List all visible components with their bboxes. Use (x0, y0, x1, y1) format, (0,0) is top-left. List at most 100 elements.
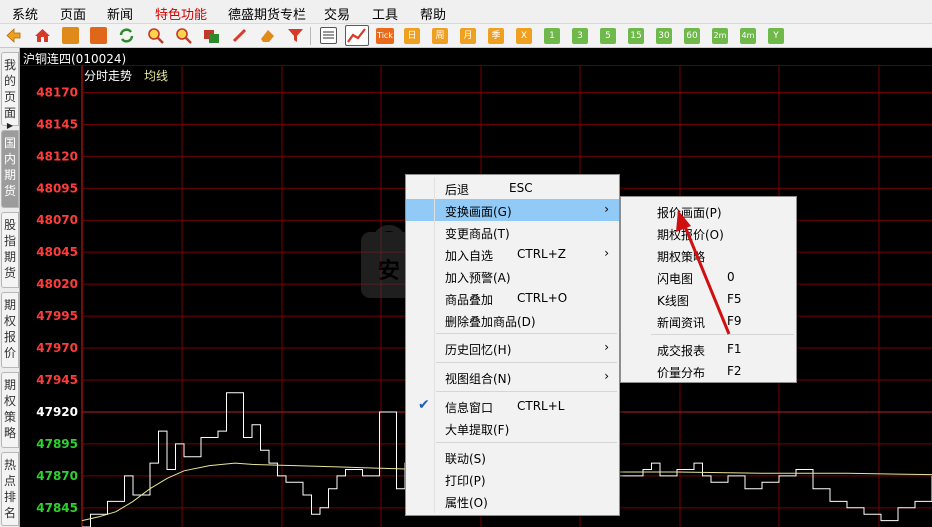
y-tick-label: 48120 (36, 149, 78, 163)
menu-item-label: 属性(O) (445, 496, 488, 510)
submenu-item-label: 报价画面(P) (657, 206, 722, 220)
y-axis: 48170 48145 48120 48095 48070 48045 48020 47995… (36, 85, 78, 514)
side-tab-index-futures[interactable]: 股指期货 (1, 212, 19, 288)
side-tab-label: 国内期货 (4, 136, 17, 198)
menu-bar: 系统 页面 新闻 特色功能 德盛期货专栏 交易 工具 帮助 (0, 0, 932, 24)
side-tab-option-quotes[interactable]: 期权报价 (1, 292, 19, 368)
context-menu-item-add-favorite[interactable]: 加入自选 CTRL+Z › (406, 243, 619, 265)
toolbar: Tick 日 周 月 季 X 1 3 5 15 30 60 2m 4m Y (0, 24, 932, 48)
chart-title: 分时走势 (84, 69, 132, 83)
period-x-button[interactable]: X (516, 28, 532, 44)
context-menu-item-print[interactable]: 打印(P) (406, 468, 619, 490)
menu-separator (436, 442, 617, 443)
period-1m-button[interactable]: 1 (544, 28, 560, 44)
submenu-item-quote-screen[interactable]: 报价画面(P) (621, 200, 796, 222)
context-menu-item-view-combo[interactable]: 视图组合(N) › (406, 366, 619, 388)
menu-item-label: 商品叠加 (445, 293, 494, 307)
period-day-button[interactable]: 日 (404, 28, 420, 44)
period-week-button[interactable]: 周 (432, 28, 448, 44)
side-tab-bar: 我的页面 ▶ 国内期货 股指期货 期权报价 期权策略 热点排名 (0, 48, 20, 527)
refresh-icon[interactable] (118, 27, 135, 44)
context-menu-item-remove-overlay[interactable]: 删除叠加商品(D) (406, 309, 619, 331)
context-menu-item-overlay-product[interactable]: 商品叠加 CTRL+O (406, 287, 619, 309)
context-menu-item-link[interactable]: 联动(S) (406, 446, 619, 468)
submenu-item-label: 价量分布 (657, 366, 706, 380)
window-icon[interactable] (203, 27, 220, 44)
period-5m-button[interactable]: 5 (600, 28, 616, 44)
side-tab-label: 股指期货 (4, 218, 17, 280)
legend-avg-line: 均线 (144, 69, 168, 83)
y-tick-label: 47970 (36, 341, 78, 355)
submenu-item-option-strategy[interactable]: 期权策略 (621, 244, 796, 266)
submenu-arrow-icon: › (604, 202, 609, 216)
menu-help[interactable]: 帮助 (420, 4, 446, 23)
submenu-item-news[interactable]: 新闻资讯 F9 (621, 310, 796, 332)
chart-view-icon[interactable] (345, 25, 369, 46)
period-30m-button[interactable]: 30 (656, 28, 672, 44)
submenu-item-k-line[interactable]: K线图 F5 (621, 288, 796, 310)
side-tab-option-strategy[interactable]: 期权策略 (1, 372, 19, 448)
menu-system[interactable]: 系统 (12, 4, 38, 23)
menu-news[interactable]: 新闻 (107, 4, 133, 23)
context-menu-item-change-screen[interactable]: 变换画面(G) › (406, 199, 619, 221)
y-tick-label: 47945 (36, 373, 78, 387)
pen-icon[interactable] (231, 27, 248, 44)
context-menu-item-add-alert[interactable]: 加入预警(A) (406, 265, 619, 287)
menu-tools[interactable]: 工具 (372, 4, 398, 23)
period-month-button[interactable]: 月 (460, 28, 476, 44)
context-menu-item-big-order-extract[interactable]: 大单提取(F) (406, 417, 619, 439)
notebook-icon[interactable] (62, 27, 79, 44)
quote-board-icon[interactable] (90, 27, 107, 44)
period-4h-button[interactable]: 4m (740, 28, 756, 44)
menu-trade[interactable]: 交易 (324, 4, 350, 23)
menu-item-shortcut: ESC (509, 181, 533, 195)
context-menu-item-history-replay[interactable]: 历史回忆(H) › (406, 337, 619, 359)
back-arrow-icon[interactable] (5, 27, 22, 44)
menu-separator (651, 334, 794, 335)
context-menu-item-change-product[interactable]: 变更商品(T) (406, 221, 619, 243)
y-tick-label: 47895 (36, 437, 78, 451)
period-2h-button[interactable]: 2m (712, 28, 728, 44)
menu-item-label: 变更商品(T) (445, 227, 510, 241)
submenu-item-label: 期权报价(O) (657, 228, 724, 242)
period-year-button[interactable]: Y (768, 28, 784, 44)
filter-icon[interactable] (287, 27, 304, 44)
menu-page[interactable]: 页面 (60, 4, 86, 23)
home-icon[interactable] (34, 27, 51, 44)
menu-item-label: 信息窗口 (445, 401, 494, 415)
context-menu-item-back[interactable]: 后退 ESC (406, 177, 619, 199)
menu-separator (436, 391, 617, 392)
submenu-item-label: 期权策略 (657, 250, 706, 264)
menu-item-label: 后退 (445, 183, 470, 197)
menu-gutter (434, 177, 435, 513)
submenu-item-shortcut: F2 (727, 364, 742, 378)
tick-button[interactable]: Tick (376, 28, 394, 44)
period-3m-button[interactable]: 3 (572, 28, 588, 44)
menu-item-label: 历史回忆(H) (445, 343, 512, 357)
symbol-label: 沪铜连四(010024) (23, 52, 127, 66)
side-tab-hot-ranking[interactable]: 热点排名 (1, 452, 19, 526)
side-tab-domestic-futures[interactable]: 国内期货 (1, 130, 19, 208)
y-tick-label: 48070 (36, 213, 78, 227)
context-menu-item-properties[interactable]: 属性(O) (406, 490, 619, 512)
toolbar-divider (310, 27, 311, 45)
zoom-in-icon[interactable] (147, 27, 164, 44)
submenu-item-option-quotes[interactable]: 期权报价(O) (621, 222, 796, 244)
menu-special-features[interactable]: 特色功能 (155, 4, 207, 23)
side-tab-my-page[interactable]: 我的页面 ▶ (1, 52, 19, 130)
zoom-out-icon[interactable] (175, 27, 192, 44)
menu-item-label: 删除叠加商品(D) (445, 315, 536, 329)
eraser-icon[interactable] (259, 27, 276, 44)
menu-item-label: 打印(P) (445, 474, 486, 488)
table-view-icon[interactable] (320, 27, 337, 44)
period-season-button[interactable]: 季 (488, 28, 504, 44)
period-15m-button[interactable]: 15 (628, 28, 644, 44)
submenu-item-trade-report[interactable]: 成交报表 F1 (621, 338, 796, 360)
side-tab-label: 我的页面 (4, 58, 17, 120)
menu-item-label: 联动(S) (445, 452, 486, 466)
submenu-item-flash-chart[interactable]: 闪电图 0 (621, 266, 796, 288)
menu-column[interactable]: 德盛期货专栏 (228, 4, 306, 23)
submenu-item-volume-profile[interactable]: 价量分布 F2 (621, 360, 796, 382)
context-menu-item-info-window[interactable]: 信息窗口 CTRL+L ✔ (406, 395, 619, 417)
period-60m-button[interactable]: 60 (684, 28, 700, 44)
